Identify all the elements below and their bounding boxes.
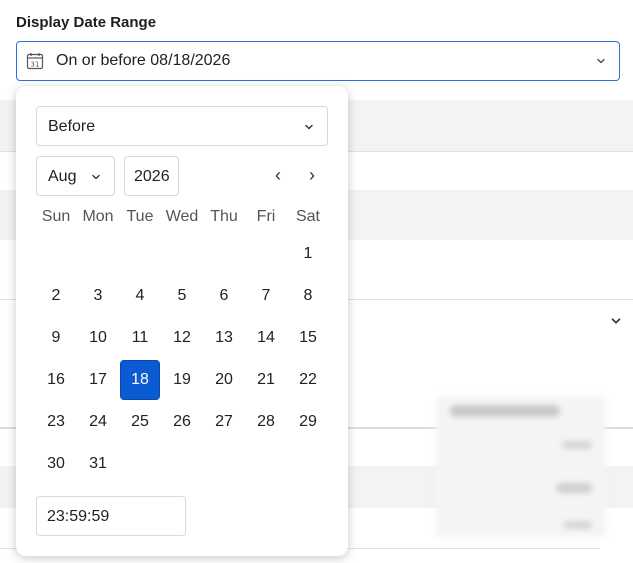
weekday-label: Mon xyxy=(82,208,114,225)
calendar-day[interactable]: 31 xyxy=(78,444,118,484)
calendar-day[interactable]: 23 xyxy=(36,402,76,442)
calendar-day[interactable]: 13 xyxy=(204,318,244,358)
calendar-day[interactable]: 15 xyxy=(288,318,328,358)
year-value: 2026 xyxy=(134,168,170,185)
calendar-day[interactable]: 10 xyxy=(78,318,118,358)
month-select[interactable]: Aug xyxy=(36,156,115,196)
weekday-label: Wed xyxy=(165,208,199,225)
calendar-day[interactable]: 16 xyxy=(36,360,76,400)
calendar-day[interactable]: 4 xyxy=(120,276,160,316)
chevron-right-icon: › xyxy=(309,164,315,185)
month-value: Aug xyxy=(48,168,77,185)
calendar-day[interactable]: 20 xyxy=(204,360,244,400)
calendar-day[interactable]: 8 xyxy=(288,276,328,316)
previous-month-button[interactable]: ‹ xyxy=(267,164,289,186)
calendar-icon-day: 31 xyxy=(31,60,40,68)
calendar-day[interactable]: 17 xyxy=(78,360,118,400)
calendar-day[interactable]: 11 xyxy=(120,318,160,358)
calendar-day[interactable]: 19 xyxy=(162,360,202,400)
calendar-day[interactable]: 29 xyxy=(288,402,328,442)
calendar-day[interactable]: 27 xyxy=(204,402,244,442)
year-input[interactable]: 2026 xyxy=(124,156,179,196)
field-label: Display Date Range xyxy=(16,14,157,31)
calendar-day[interactable]: 25 xyxy=(120,402,160,442)
calendar-day[interactable]: 6 xyxy=(204,276,244,316)
chevron-down-icon xyxy=(92,174,100,180)
chevron-down-icon xyxy=(597,58,605,64)
next-month-button[interactable]: › xyxy=(301,164,323,186)
chevron-down-icon xyxy=(305,124,313,130)
calendar-day[interactable]: 21 xyxy=(246,360,286,400)
weekday-label: Thu xyxy=(210,208,238,225)
calendar-day[interactable]: 14 xyxy=(246,318,286,358)
weekday-label: Tue xyxy=(126,208,154,225)
chevron-down-icon xyxy=(611,318,621,324)
range-mode-select[interactable]: Before xyxy=(36,106,328,146)
date-range-input[interactable]: 31 On or before 08/18/2026 xyxy=(16,41,620,81)
date-picker-popover: Before Aug 2026 ‹ › Sun Mon Tue Wed Thu Fri Sa… xyxy=(16,86,348,556)
calendar-day[interactable]: 26 xyxy=(162,402,202,442)
calendar-day[interactable]: 3 xyxy=(78,276,118,316)
calendar-day[interactable]: 7 xyxy=(246,276,286,316)
calendar-day[interactable]: 9 xyxy=(36,318,76,358)
time-input[interactable]: 23:59:59 xyxy=(36,496,186,536)
calendar-day[interactable]: 12 xyxy=(162,318,202,358)
date-range-value: On or before 08/18/2026 xyxy=(56,52,231,69)
calendar-day[interactable]: 24 xyxy=(78,402,118,442)
weekday-label: Fri xyxy=(256,208,276,225)
calendar-day[interactable]: 1 xyxy=(288,234,328,274)
calendar-day-selected[interactable]: 18 xyxy=(120,360,160,400)
blurred-card xyxy=(436,397,606,537)
range-mode-value: Before xyxy=(48,118,96,135)
weekday-label: Sat xyxy=(295,208,320,225)
weekday-label: Sun xyxy=(41,208,71,225)
calendar-icon: 31 xyxy=(26,53,44,70)
calendar-day[interactable]: 22 xyxy=(288,360,328,400)
calendar-day[interactable]: 2 xyxy=(36,276,76,316)
calendar-day[interactable]: 28 xyxy=(246,402,286,442)
calendar-day[interactable]: 5 xyxy=(162,276,202,316)
chevron-left-icon: ‹ xyxy=(275,164,281,185)
time-value: 23:59:59 xyxy=(47,508,110,525)
calendar-day[interactable]: 30 xyxy=(36,444,76,484)
